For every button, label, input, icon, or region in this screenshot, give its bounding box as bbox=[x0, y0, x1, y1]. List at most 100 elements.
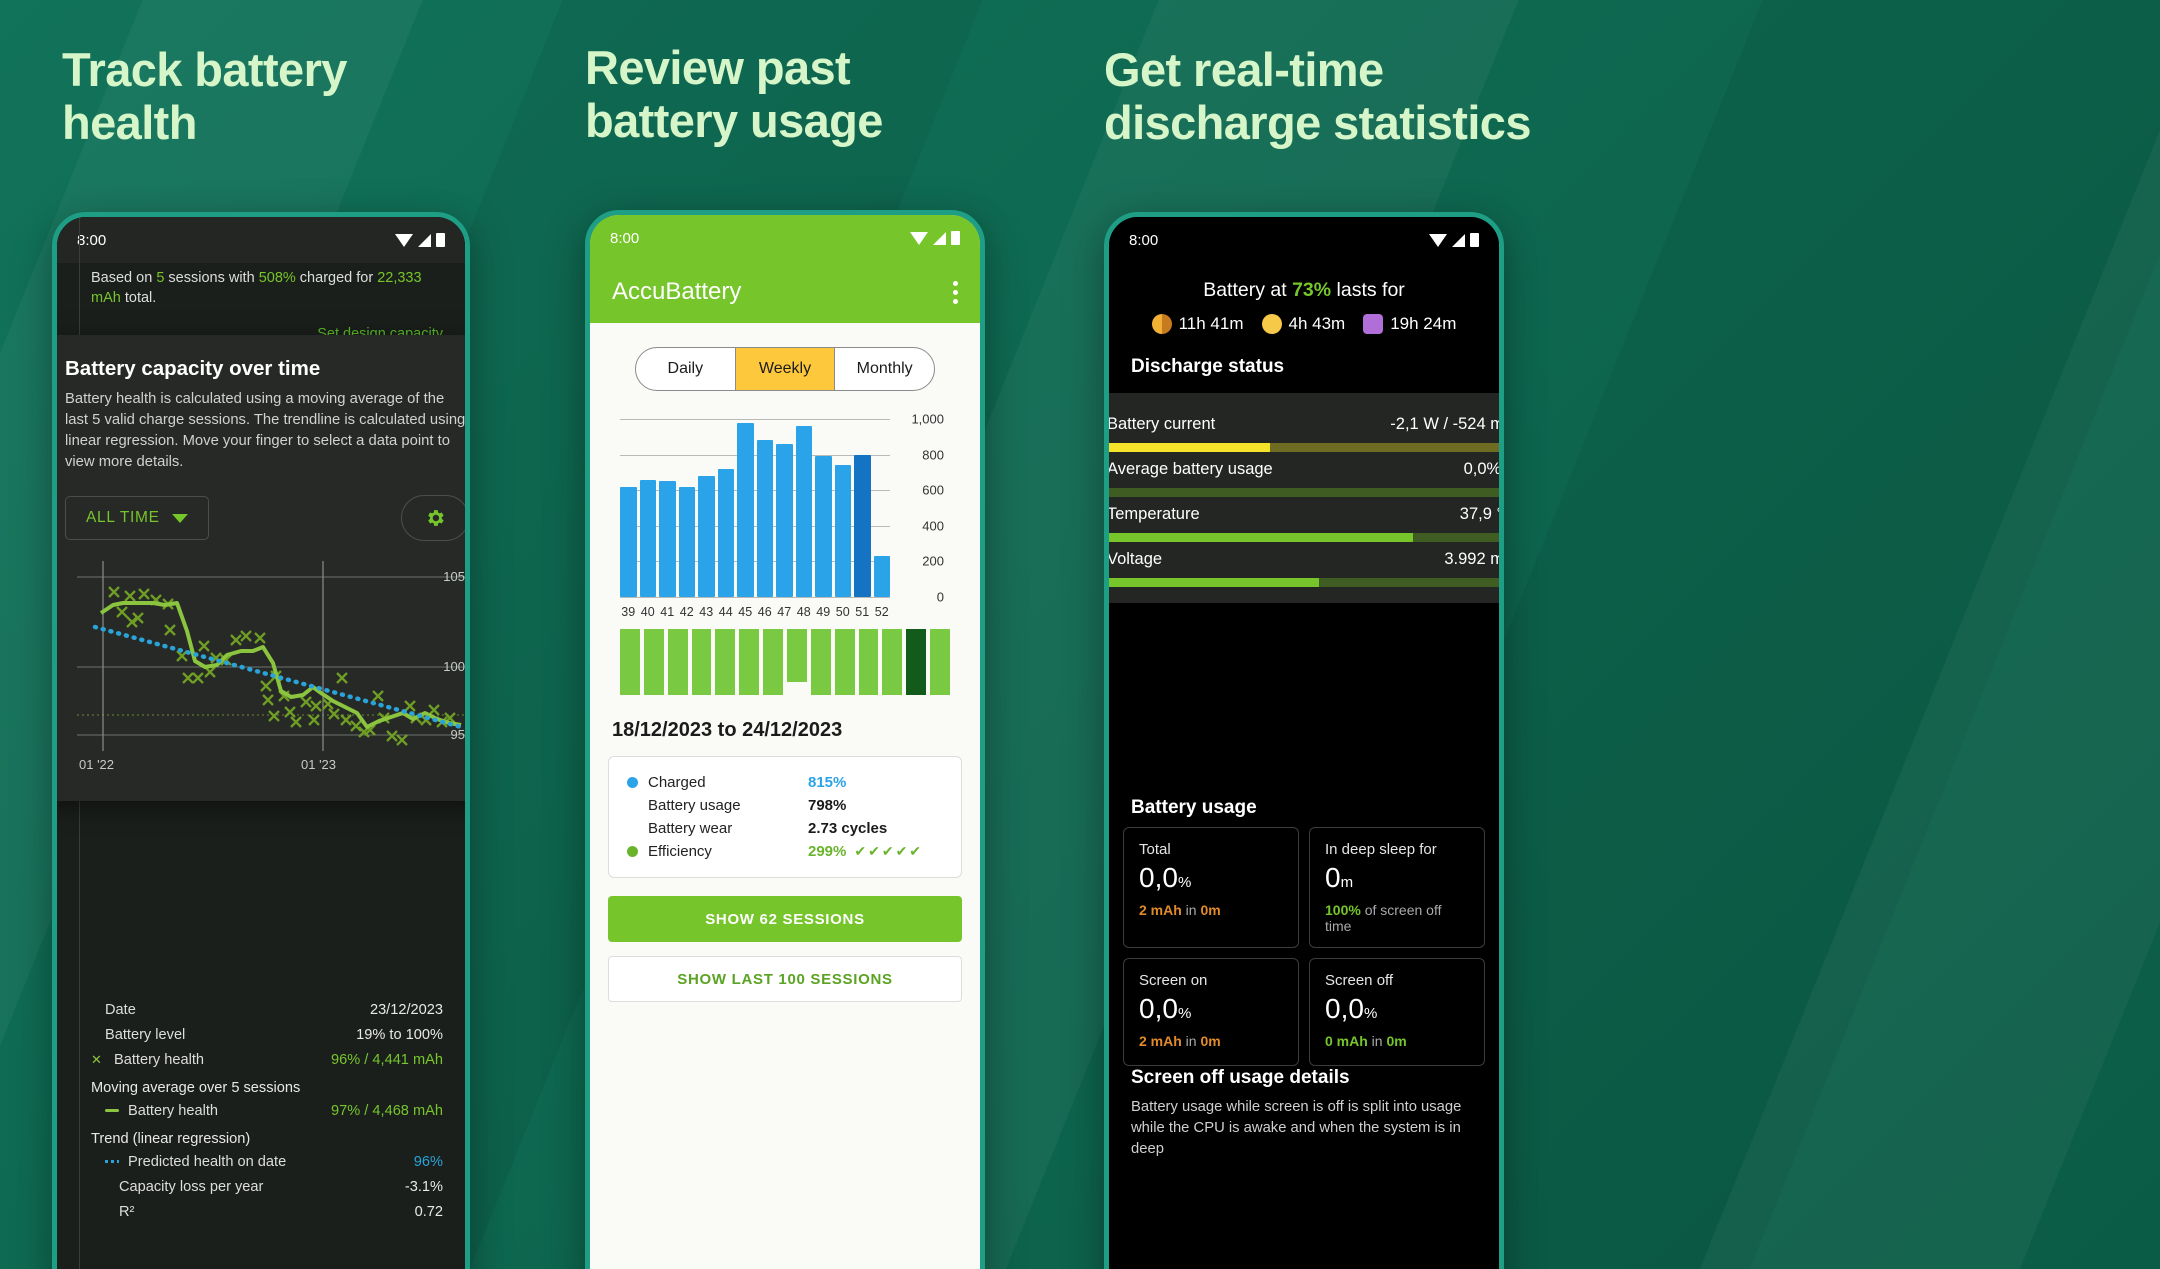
usage-grid: Total 0,0% 2 mAh in 0m In deep sleep for… bbox=[1123, 827, 1485, 1066]
card-title: Battery capacity over time bbox=[65, 357, 321, 380]
cell-sub: 100% of screen off time bbox=[1325, 902, 1469, 934]
tab-monthly[interactable]: Monthly bbox=[835, 348, 934, 390]
phone-screenshot-1: 8:00 Based on 5 sessions with 508% charg… bbox=[52, 212, 470, 1269]
bar bbox=[776, 443, 793, 597]
period-segmented-control[interactable]: Daily Weekly Monthly bbox=[635, 347, 935, 391]
table-row: Capacity loss per year -3.1% bbox=[91, 1174, 443, 1199]
table-row: Date 23/12/2023 bbox=[91, 997, 443, 1022]
stat-label: Average battery usage bbox=[1107, 460, 1273, 478]
x-tick: 48 bbox=[796, 605, 811, 619]
phone2-status-bar: 8:00 bbox=[590, 215, 980, 261]
stat-label: Voltage bbox=[1107, 550, 1163, 568]
legend-value: 815% bbox=[808, 774, 847, 791]
battery-icon bbox=[436, 233, 445, 247]
cell-unit: % bbox=[1177, 874, 1192, 891]
summary-mid: sessions with bbox=[164, 270, 259, 286]
legend-label: Battery wear bbox=[648, 820, 733, 837]
row-value: 96% bbox=[413, 1153, 443, 1170]
table-row: Battery level 19% to 100% bbox=[91, 1022, 443, 1047]
phone3-screen: 8:00 Battery at 73% lasts for 11h 41m 4h… bbox=[1109, 217, 1499, 1269]
cell-value: 0,0% bbox=[1139, 862, 1283, 894]
x-tick: 39 bbox=[621, 605, 636, 619]
x-tick: 44 bbox=[718, 605, 733, 619]
cell-sub: 0 mAh in 0m bbox=[1325, 1033, 1469, 1049]
stat-battery-current: Battery current -2,1 W / -524 mA bbox=[1109, 407, 1504, 452]
card-description: Battery health is calculated using a mov… bbox=[65, 391, 466, 470]
cell-title: Screen off bbox=[1325, 972, 1394, 989]
bar bbox=[678, 486, 695, 597]
efficiency-bar bbox=[858, 629, 879, 695]
x-tick: 41 bbox=[660, 605, 675, 619]
date-range-label: 18/12/2023 to 24/12/2023 bbox=[612, 719, 843, 741]
x-tick: 50 bbox=[835, 605, 850, 619]
screen-off-details: Screen off usage details Battery usage w… bbox=[1131, 1067, 1481, 1160]
row-label: Battery health bbox=[128, 1102, 219, 1119]
stat-average-usage: Average battery usage 0,0%/h bbox=[1107, 452, 1502, 497]
stat-value: 37,9 °C bbox=[1459, 505, 1504, 523]
chart-svg bbox=[77, 561, 465, 751]
stat-bar bbox=[1109, 488, 1499, 497]
row-label: Battery health bbox=[114, 1051, 205, 1068]
efficiency-bar bbox=[763, 629, 784, 695]
status-icons bbox=[395, 233, 445, 247]
chart-bars bbox=[620, 419, 890, 597]
cell-sub-b: 0m bbox=[1200, 1033, 1221, 1049]
sun-icon bbox=[1261, 314, 1282, 334]
cell-title: Total bbox=[1139, 841, 1171, 858]
weekly-usage-chart[interactable]: 1,000 800 600 400 200 0 39 40 41 42 43 4… bbox=[608, 412, 968, 619]
cell-sub-a: 0 mAh bbox=[1325, 1033, 1368, 1049]
cell-unit: % bbox=[1363, 1005, 1378, 1022]
row-label: Capacity loss per year bbox=[119, 1178, 264, 1195]
legend-row-charged: Charged 815% bbox=[627, 771, 943, 794]
chart-y-axis: 1,000 800 600 400 200 0 bbox=[892, 412, 962, 605]
row-value: 97% / 4,468 mAh bbox=[331, 1102, 443, 1119]
table-row: Battery health 97% / 4,468 mAh bbox=[91, 1098, 443, 1123]
usage-cell-screen-off: Screen off 0,0% 0 mAh in 0m bbox=[1309, 958, 1485, 1066]
legend-row-battery-usage: Battery usage 798% bbox=[627, 794, 943, 817]
stat-value: 0,0%/h bbox=[1463, 460, 1502, 478]
wifi-icon bbox=[1429, 233, 1447, 247]
dotted-marker-icon bbox=[105, 1160, 119, 1163]
tab-weekly[interactable]: Weekly bbox=[735, 348, 836, 390]
cell-sub: 2 mAh in 0m bbox=[1139, 902, 1283, 918]
cell-value: 0m bbox=[1325, 862, 1469, 894]
battery-usage-title: Battery usage bbox=[1131, 797, 1257, 818]
phone-screenshot-2: 8:00 AccuBattery Daily Weekly Monthly 1,… bbox=[585, 210, 985, 1269]
settings-button[interactable] bbox=[401, 495, 465, 541]
kebab-menu-icon[interactable] bbox=[953, 280, 958, 304]
headline-realtime-discharge: Get real-time discharge statistics bbox=[1104, 43, 1531, 149]
header-suffix: lasts for bbox=[1331, 279, 1405, 301]
discharge-status-title: Discharge status bbox=[1131, 356, 1285, 377]
cell-unit: % bbox=[1177, 1005, 1192, 1022]
screen-off-body: Battery usage while screen is off is spl… bbox=[1131, 1099, 1462, 1157]
cell-sub-mid: in bbox=[1367, 1033, 1387, 1049]
section-trend: Trend (linear regression) bbox=[91, 1131, 251, 1147]
tab-daily[interactable]: Daily bbox=[636, 348, 736, 390]
x-tick: 42 bbox=[679, 605, 694, 619]
phone1-screen: 8:00 Based on 5 sessions with 508% charg… bbox=[57, 217, 465, 1269]
chart-x-axis: 01 '22 01 '23 bbox=[65, 757, 465, 775]
wifi-icon bbox=[395, 233, 413, 247]
battery-health-chart[interactable]: 105 100 95 bbox=[65, 555, 465, 755]
row-value: -3.1% bbox=[404, 1178, 443, 1195]
show-sessions-button[interactable]: SHOW 62 SESSIONS bbox=[608, 896, 962, 942]
stat-bar bbox=[1109, 533, 1499, 542]
header-prefix: Battery at bbox=[1203, 279, 1293, 301]
stat-voltage: Voltage 3.992 mV bbox=[1107, 542, 1499, 587]
header-percent: 73% bbox=[1292, 279, 1332, 301]
chip-mixed-use: 11h 41m bbox=[1151, 314, 1244, 334]
phone2-screen: 8:00 AccuBattery Daily Weekly Monthly 1,… bbox=[590, 215, 980, 1269]
time-range-dropdown[interactable]: ALL TIME bbox=[65, 496, 209, 540]
y-tick: 1,000 bbox=[911, 411, 944, 427]
chart-x-axis: 39 40 41 42 43 44 45 46 47 48 49 50 51 5… bbox=[620, 605, 890, 619]
cell-sub-a: 2 mAh bbox=[1139, 902, 1182, 918]
cell-sub-mid: in bbox=[1181, 902, 1201, 918]
efficiency-bar bbox=[715, 629, 736, 695]
bar bbox=[698, 475, 715, 597]
bar bbox=[815, 456, 832, 597]
screen-off-title: Screen off usage details bbox=[1131, 1067, 1350, 1088]
show-last-sessions-button[interactable]: SHOW LAST 100 SESSIONS bbox=[608, 956, 962, 1002]
stat-value: -2,1 W / -524 mA bbox=[1390, 415, 1504, 433]
y-tick: 200 bbox=[922, 553, 944, 569]
y-tick: 600 bbox=[922, 482, 944, 498]
